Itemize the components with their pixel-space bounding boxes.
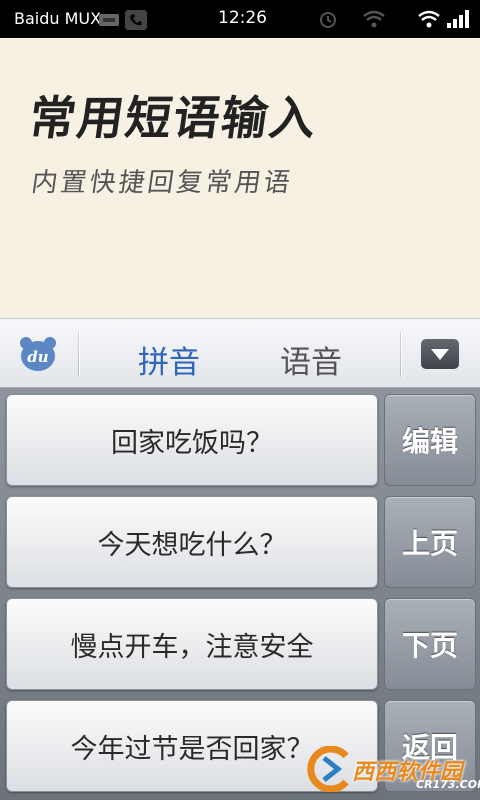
ime-toolbar: du 拼音 语音 [0, 318, 480, 388]
site-watermark: 西西软件园 CR173.COM [300, 742, 480, 794]
svg-text:du: du [27, 348, 48, 366]
phrase-item[interactable]: 慢点开车，注意安全 [6, 598, 378, 690]
phrase-panel: 回家吃饭吗？ 今天想吃什么？ 慢点开车，注意安全 今年过节是否回家？ 编辑 上页… [0, 388, 480, 800]
next-page-button[interactable]: 下页 [384, 598, 476, 690]
phrase-item[interactable]: 今天想吃什么？ [6, 496, 378, 588]
triangle-down-icon [431, 349, 449, 360]
toolbar-divider [400, 331, 402, 377]
tab-voice[interactable]: 语音 [280, 337, 342, 382]
phrase-item[interactable]: 回家吃饭吗？ [6, 394, 378, 486]
toolbar-divider [78, 331, 80, 377]
wifi-icon [418, 10, 440, 28]
feature-banner: 常用短语输入 内置快捷回复常用语 [0, 38, 480, 318]
banner-subtitle: 内置快捷回复常用语 [29, 168, 295, 198]
phone-icon [125, 10, 147, 30]
clock: 12:26 [218, 8, 267, 28]
edit-button[interactable]: 编辑 [384, 394, 476, 486]
banner-title: 常用短语输入 [25, 91, 322, 145]
carrier-name: Baidu MUX [14, 9, 102, 28]
wifi-icon-dim [363, 10, 385, 28]
alarm-icon [320, 12, 336, 28]
collapse-keyboard-button[interactable] [421, 339, 459, 369]
status-bar: Baidu MUX 12:26 [0, 0, 480, 38]
baidu-du-logo-icon[interactable]: du [18, 335, 58, 373]
usb-icon [99, 14, 119, 26]
tab-pinyin[interactable]: 拼音 [138, 337, 200, 382]
watermark-url: CR173.COM [416, 778, 480, 791]
watermark-logo-icon [307, 746, 349, 792]
signal-icon [447, 10, 469, 28]
prev-page-button[interactable]: 上页 [384, 496, 476, 588]
